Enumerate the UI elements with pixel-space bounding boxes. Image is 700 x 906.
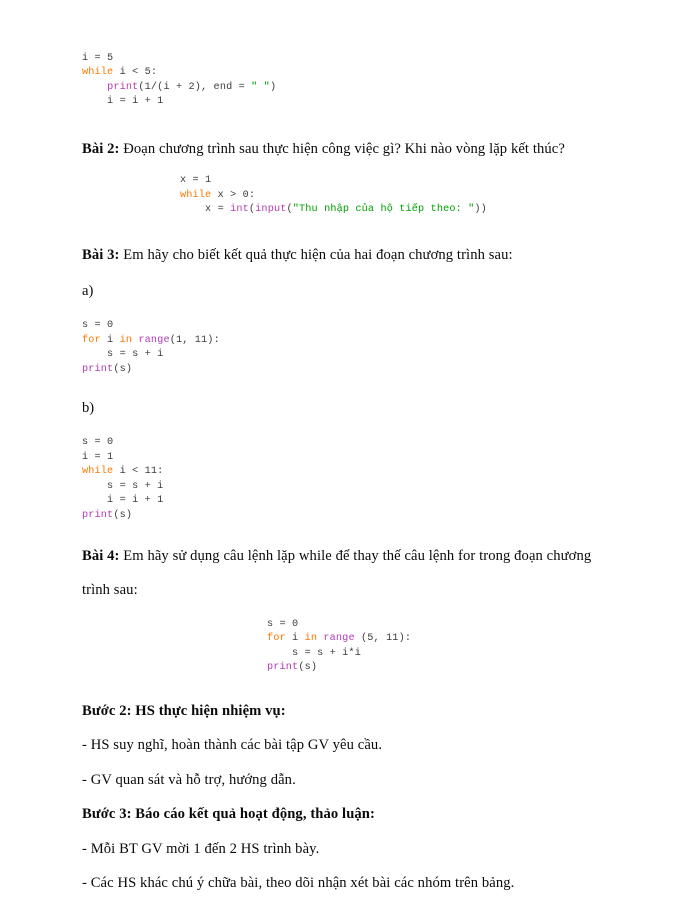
code-token-accumulate: s = s + i <box>82 349 164 361</box>
code-token-print-args: (s) <box>113 509 133 521</box>
code-token-function-print: print <box>82 363 114 375</box>
step-item-buoc2-2: - GV quan sát và hỗ trợ, hướng dẫn. <box>82 771 296 788</box>
code-token-print-args: (s) <box>113 363 133 375</box>
exercise-heading-bai2: Bài 2: Đoạn chương trình sau thực hiện c… <box>82 132 620 166</box>
exercise-label-bai4: Bài 4: <box>82 548 120 565</box>
code-token-string: " " <box>251 81 270 93</box>
code-line: print(s) <box>82 510 132 521</box>
code-token-init-i: i = 1 <box>82 451 114 463</box>
code-token-indent <box>82 82 107 93</box>
code-block-bai4: s = 0 for i in range (5, 11): s = s + i*… <box>82 618 620 676</box>
code-line: while i < 11: <box>82 466 163 477</box>
code-line: s = s + i <box>82 349 163 360</box>
exercise-text-bai4: Em hãy sử dụng câu lệnh lặp while để tha… <box>82 548 592 599</box>
document-page: i = 5 while i < 5: print(1/(i + 2), end … <box>0 0 700 906</box>
subpart-label-b: b) <box>82 400 95 417</box>
code-line: for i in range(1, 11): <box>82 335 220 346</box>
code-token-increment: i = i + 1 <box>82 96 164 108</box>
code-line: s = 0 <box>82 437 113 448</box>
code-token-accumulate: s = s + i*i <box>267 647 361 659</box>
code-token-range-args: (1, 11): <box>169 334 220 346</box>
code-token-indent-assign: x = <box>180 204 231 216</box>
code-line: s = 0 <box>267 619 298 630</box>
code-line: print(s) <box>267 662 317 673</box>
code-line: while i < 5: <box>82 67 157 78</box>
code-token-function-range: range <box>138 334 170 346</box>
code-token-string-prompt: "Thu nhập của hộ tiếp theo: " <box>292 204 475 216</box>
code-line: x = int(input("Thu nhập của hộ tiếp theo… <box>180 204 487 215</box>
code-token-keyword-while: while <box>82 67 114 79</box>
code-token-increment: i = i + 1 <box>82 495 164 507</box>
code-token-condition: i < 5: <box>113 67 158 79</box>
code-token-assignment: i = 5 <box>82 53 114 64</box>
code-token-function-print: print <box>107 81 139 93</box>
code-line: s = 0 <box>82 320 113 331</box>
code-token-assignment: x = 1 <box>180 175 212 187</box>
code-token-loopvar: i <box>100 334 120 346</box>
code-token-init-s: s = 0 <box>267 618 299 630</box>
step-item-buoc3-2: - Các HS khác chú ý chữa bài, theo dõi n… <box>82 875 515 892</box>
exercise-heading-bai3: Bài 3: Em hãy cho biết kết quả thực hiện… <box>82 238 620 272</box>
code-token-paren-close: )) <box>474 204 487 216</box>
step-heading-buoc2: Bước 2: HS thực hiện nhiệm vụ: <box>82 702 286 719</box>
step-item-buoc3-1: - Mỗi BT GV mời 1 đến 2 HS trình bày. <box>82 840 320 857</box>
code-token-condition: x > 0: <box>211 189 256 201</box>
code-token-function-print: print <box>82 509 114 521</box>
exercise-heading-bai4: Bài 4: Em hãy sử dụng câu lệnh lặp while… <box>82 539 620 608</box>
exercise-text-bai3: Em hãy cho biết kết quả thực hiện của ha… <box>119 246 513 263</box>
code-token-range-args: (5, 11): <box>354 633 412 645</box>
code-token-init-s: s = 0 <box>82 437 114 449</box>
code-line: i = i + 1 <box>82 96 163 107</box>
code-token-keyword-while: while <box>180 189 212 201</box>
step-item-buoc2-1: - HS suy nghĩ, hoàn thành các bài tập GV… <box>82 737 383 754</box>
code-line: s = s + i <box>82 481 163 492</box>
exercise-label-bai2: Bài 2: <box>82 140 120 157</box>
code-line: while x > 0: <box>180 190 255 201</box>
code-block-bai3b: s = 0 i = 1 while i < 11: s = s + i i = … <box>82 436 620 523</box>
code-token-function-range: range <box>323 633 355 645</box>
code-block-bai1: i = 5 while i < 5: print(1/(i + 2), end … <box>82 52 620 110</box>
exercise-label-bai3: Bài 3: <box>82 246 120 263</box>
code-token-print-args: (s) <box>298 662 318 674</box>
code-line: s = s + i*i <box>267 648 361 659</box>
code-line: for i in range (5, 11): <box>267 633 411 644</box>
code-token-accumulate: s = s + i <box>82 480 164 492</box>
code-token-init-s: s = 0 <box>82 320 114 332</box>
code-token-condition: i < 11: <box>113 466 164 478</box>
code-token-keyword-for: for <box>267 633 286 645</box>
code-token-keyword-in: in <box>119 334 133 346</box>
code-block-bai3a: s = 0 for i in range(1, 11): s = s + i p… <box>82 319 620 377</box>
subpart-label-a: a) <box>82 283 94 300</box>
code-line: print(1/(i + 2), end = " ") <box>82 82 276 93</box>
code-token-function-print: print <box>267 662 299 674</box>
code-token-keyword-in: in <box>304 633 318 645</box>
code-token-function-int: int <box>230 204 249 216</box>
code-line: i = 1 <box>82 452 113 463</box>
code-token-args: (1/(i + 2), end = <box>138 81 252 93</box>
code-token-keyword-while: while <box>82 466 114 478</box>
code-token-keyword-for: for <box>82 334 101 346</box>
code-token-paren-close: ) <box>269 81 277 93</box>
exercise-text-bai2: Đoạn chương trình sau thực hiện công việ… <box>119 140 565 157</box>
step-heading-buoc3: Bước 3: Báo cáo kết quả hoạt động, thảo … <box>82 806 375 823</box>
code-line: x = 1 <box>180 175 211 186</box>
code-token-loopvar: i <box>285 633 305 645</box>
code-line: print(s) <box>82 364 132 375</box>
code-line: i = 5 <box>82 53 113 64</box>
code-block-bai2: x = 1 while x > 0: x = int(input("Thu nh… <box>82 174 620 217</box>
code-line: i = i + 1 <box>82 495 163 506</box>
code-token-function-input: input <box>255 204 287 216</box>
